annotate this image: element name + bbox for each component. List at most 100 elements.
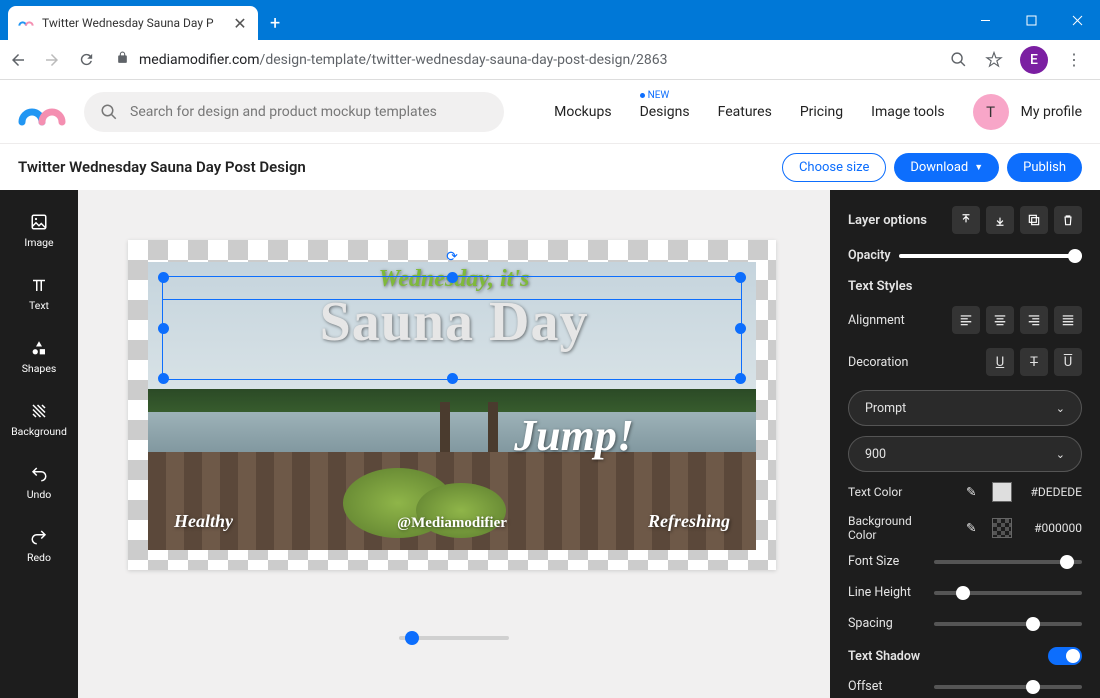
publish-button[interactable]: Publish xyxy=(1007,153,1082,182)
minimize-button[interactable] xyxy=(962,0,1008,40)
nav-features[interactable]: Features xyxy=(718,104,772,120)
page-toolbar: Twitter Wednesday Sauna Day Post Design … xyxy=(0,144,1100,190)
nav-pricing[interactable]: Pricing xyxy=(800,104,843,120)
reload-button[interactable] xyxy=(76,50,96,70)
redo-icon xyxy=(29,527,49,547)
shapes-icon xyxy=(29,338,49,358)
chevron-down-icon: ⌄ xyxy=(1056,402,1065,415)
text-color-label: Text Color xyxy=(848,485,930,499)
offset-label: Offset xyxy=(848,679,926,694)
underline-button[interactable]: U xyxy=(986,348,1014,376)
text-handle[interactable]: @Mediamodifier xyxy=(397,515,507,532)
favicon-icon xyxy=(18,15,34,31)
zoom-thumb[interactable] xyxy=(405,631,419,645)
text-shadow-label: Text Shadow xyxy=(848,649,920,664)
profile-avatar[interactable]: T xyxy=(973,94,1009,130)
text-main[interactable]: Sauna Day xyxy=(320,290,589,354)
browser-avatar[interactable]: E xyxy=(1020,46,1048,74)
tool-text[interactable]: Text xyxy=(0,267,78,320)
tool-background[interactable]: Background xyxy=(0,393,78,446)
logo-icon[interactable] xyxy=(18,98,66,126)
back-button[interactable] xyxy=(8,50,28,70)
left-toolbar: Image Text Shapes Background Undo Redo xyxy=(0,190,78,698)
text-icon xyxy=(29,275,49,295)
bookmark-icon[interactable] xyxy=(984,50,1004,70)
chevron-down-icon: ▼ xyxy=(974,162,983,173)
site-header: Search for design and product mockup tem… xyxy=(0,80,1100,144)
text-jump[interactable]: Jump! xyxy=(514,410,634,461)
layer-options-label: Layer options xyxy=(848,213,927,228)
duplicate-button[interactable] xyxy=(1020,206,1048,234)
url-field[interactable]: mediamodifier.com/design-template/twitte… xyxy=(110,51,934,68)
url-host: mediamodifier.com xyxy=(139,52,260,68)
decoration-label: Decoration xyxy=(848,355,908,370)
font-weight-select[interactable]: 900⌄ xyxy=(848,436,1082,472)
text-color-swatch[interactable] xyxy=(992,482,1012,502)
bring-forward-button[interactable] xyxy=(952,206,980,234)
search-placeholder: Search for design and product mockup tem… xyxy=(130,104,437,120)
chevron-down-icon: ⌄ xyxy=(1056,448,1065,461)
zoom-slider[interactable] xyxy=(399,636,509,640)
address-bar: mediamodifier.com/design-template/twitte… xyxy=(0,40,1100,80)
align-justify-button[interactable] xyxy=(1054,306,1082,334)
text-shadow-toggle[interactable] xyxy=(1048,647,1082,665)
delete-button[interactable] xyxy=(1054,206,1082,234)
browser-tab[interactable]: Twitter Wednesday Sauna Day P ✕ xyxy=(8,6,258,40)
url-path: /design-template/twitter-wednesday-sauna… xyxy=(260,52,668,68)
nav-image-tools[interactable]: Image tools xyxy=(871,104,945,120)
new-badge: NEW xyxy=(640,90,670,101)
eyedropper-icon[interactable]: ✎ xyxy=(966,520,984,536)
download-button[interactable]: Download▼ xyxy=(894,153,999,182)
text-styles-label: Text Styles xyxy=(848,279,1082,294)
search-input[interactable]: Search for design and product mockup tem… xyxy=(84,92,504,132)
spacing-slider[interactable] xyxy=(934,622,1082,626)
tool-image[interactable]: Image xyxy=(0,204,78,257)
tool-redo[interactable]: Redo xyxy=(0,519,78,572)
bg-color-value[interactable]: #000000 xyxy=(1020,521,1082,535)
align-left-button[interactable] xyxy=(952,306,980,334)
text-top[interactable]: Wednesday, it's xyxy=(379,266,530,293)
font-size-slider[interactable] xyxy=(934,560,1082,564)
strikethrough-button[interactable]: T xyxy=(1020,348,1048,376)
image-icon xyxy=(29,212,49,232)
undo-icon xyxy=(29,464,49,484)
offset-slider[interactable] xyxy=(934,685,1082,689)
font-family-select[interactable]: Prompt⌄ xyxy=(848,390,1082,426)
background-icon xyxy=(29,401,49,421)
canvas-area[interactable]: Healthy @Mediamodifier Refreshing Wednes… xyxy=(78,190,830,698)
line-height-label: Line Height xyxy=(848,585,926,600)
nav-designs[interactable]: NEW Designs xyxy=(640,104,690,120)
lock-icon xyxy=(116,51,129,68)
align-right-button[interactable] xyxy=(1020,306,1048,334)
eyedropper-icon[interactable]: ✎ xyxy=(966,484,984,500)
nav-mockups[interactable]: Mockups xyxy=(554,104,611,120)
font-size-label: Font Size xyxy=(848,554,926,569)
forward-button[interactable] xyxy=(42,50,62,70)
send-backward-button[interactable] xyxy=(986,206,1014,234)
tool-undo[interactable]: Undo xyxy=(0,456,78,509)
tool-shapes[interactable]: Shapes xyxy=(0,330,78,383)
browser-titlebar: Twitter Wednesday Sauna Day P ✕ + xyxy=(0,0,1100,40)
text-color-value[interactable]: #DEDEDE xyxy=(1020,485,1082,499)
page-title: Twitter Wednesday Sauna Day Post Design xyxy=(18,158,306,176)
maximize-button[interactable] xyxy=(1008,0,1054,40)
profile-link[interactable]: My profile xyxy=(1021,104,1082,120)
bg-color-label: Background Color xyxy=(848,514,930,542)
alignment-label: Alignment xyxy=(848,313,905,328)
bg-color-swatch[interactable] xyxy=(992,518,1012,538)
align-center-button[interactable] xyxy=(986,306,1014,334)
browser-menu-icon[interactable]: ⋮ xyxy=(1064,50,1084,70)
close-window-button[interactable] xyxy=(1054,0,1100,40)
new-tab-button[interactable]: + xyxy=(258,13,292,40)
line-height-slider[interactable] xyxy=(934,591,1082,595)
text-refreshing[interactable]: Refreshing xyxy=(648,511,730,532)
overline-button[interactable]: U xyxy=(1054,348,1082,376)
zoom-icon[interactable] xyxy=(948,50,968,70)
tab-title: Twitter Wednesday Sauna Day P xyxy=(42,16,224,30)
right-panel: Layer options Opacity Text Styles Alignm… xyxy=(830,190,1100,698)
opacity-slider[interactable] xyxy=(899,254,1082,258)
search-icon xyxy=(100,103,118,121)
tab-close-icon[interactable]: ✕ xyxy=(232,14,248,33)
text-healthy[interactable]: Healthy xyxy=(174,511,233,532)
choose-size-button[interactable]: Choose size xyxy=(782,153,886,182)
